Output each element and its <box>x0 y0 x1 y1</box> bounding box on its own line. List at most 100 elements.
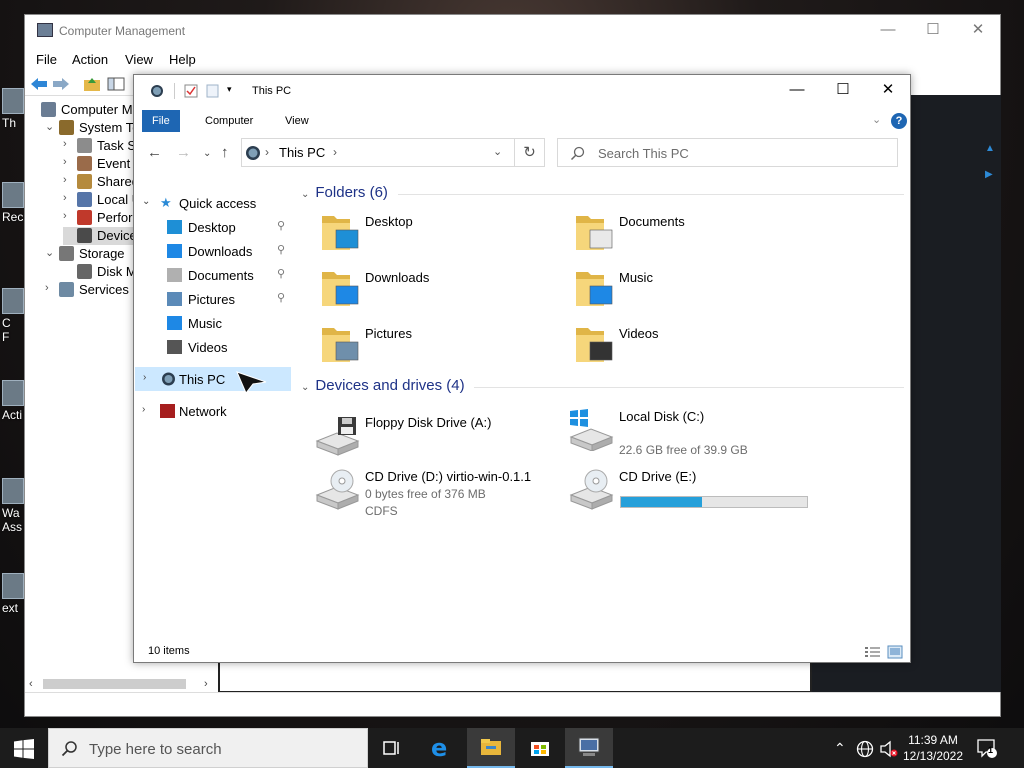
drive-file-system: CDFS <box>365 504 398 518</box>
tree-node-icon <box>77 210 92 225</box>
cm-title-bar[interactable]: Computer Management — ☐ ✕ <box>25 15 1000 47</box>
folder-documents[interactable]: Documents <box>548 212 788 262</box>
cm-menu-file[interactable]: File <box>36 52 57 67</box>
folder-videos[interactable]: Videos <box>548 324 788 374</box>
tree-expand-icon[interactable]: › <box>63 138 75 150</box>
desktop-icon[interactable]: C F <box>2 288 26 344</box>
tab-file[interactable]: File <box>142 110 180 132</box>
explorer-minimize-button[interactable]: — <box>774 75 820 107</box>
tab-computer[interactable]: Computer <box>195 110 263 132</box>
back-arrow-icon[interactable] <box>30 76 48 92</box>
task-view-button[interactable] <box>368 728 416 768</box>
network-expand-icon[interactable]: › <box>142 404 145 415</box>
explorer-close-button[interactable]: ✕ <box>865 75 911 107</box>
taskbar-search-placeholder: Type here to search <box>89 741 222 758</box>
tab-view[interactable]: View <box>275 110 319 132</box>
nav-item-pictures[interactable]: Pictures ⚲ <box>134 287 294 311</box>
up-folder-icon[interactable] <box>83 76 101 92</box>
refresh-button[interactable]: ↻ <box>515 138 545 167</box>
edge-icon: e <box>431 734 448 762</box>
taskbar-clock[interactable]: 11:39 AM 12/13/2022 <box>896 732 970 764</box>
search-box[interactable]: Search This PC <box>557 138 898 167</box>
explorer-title-bar[interactable]: ▾ This PC — ☐ ✕ <box>134 75 910 108</box>
taskbar-search-box[interactable]: Type here to search <box>48 728 368 768</box>
back-button[interactable]: ← <box>147 144 162 161</box>
address-location[interactable]: This PC <box>279 145 325 160</box>
actions-collapse-icon[interactable]: ▲ <box>985 143 995 154</box>
cm-menu-help[interactable]: Help <box>169 52 196 67</box>
folder-pictures[interactable]: Pictures <box>294 324 534 374</box>
tree-expand-icon[interactable]: › <box>63 210 75 222</box>
tree-expand-icon[interactable]: › <box>63 174 75 186</box>
tree-expand-icon[interactable]: ⌄ <box>45 246 57 259</box>
properties-icon[interactable] <box>184 84 198 98</box>
scroll-right-icon[interactable]: › <box>204 678 208 690</box>
store-icon <box>531 742 549 756</box>
tree-expand-icon[interactable]: › <box>63 192 75 204</box>
this-pc-expand-icon[interactable]: › <box>143 372 146 383</box>
folders-group-header[interactable]: ⌄ Folders (6) <box>301 184 388 201</box>
forward-button[interactable]: → <box>176 144 191 161</box>
address-dropdown-icon[interactable]: ⌄ <box>493 145 502 158</box>
cm-minimize-button[interactable]: — <box>865 15 911 47</box>
desktop-icon[interactable]: ext <box>2 573 26 615</box>
nav-item-downloads[interactable]: Downloads ⚲ <box>134 239 294 263</box>
show-hidden-icons-icon[interactable]: ⌃ <box>834 740 846 757</box>
folder-downloads[interactable]: Downloads <box>294 268 534 318</box>
nav-item-music[interactable]: Music <box>134 311 294 335</box>
large-icons-view-icon[interactable] <box>887 645 903 659</box>
tree-expand-icon[interactable]: › <box>63 156 75 168</box>
nav-item-documents[interactable]: Documents ⚲ <box>134 263 294 287</box>
drive-local-c[interactable]: Local Disk (C:) 22.6 GB free of 39.9 GB <box>548 407 788 457</box>
taskbar-store-button[interactable] <box>516 728 564 768</box>
desktop-icon[interactable]: Rec <box>2 182 26 224</box>
cm-menu-view[interactable]: View <box>125 52 153 67</box>
cm-close-button[interactable]: ✕ <box>955 15 1001 47</box>
quick-access-expand-icon[interactable]: ⌄ <box>142 196 150 207</box>
cm-window-title: Computer Management <box>59 24 186 38</box>
network-globe-icon[interactable] <box>856 740 874 758</box>
actions-more-icon[interactable]: ▶ <box>985 169 993 180</box>
desktop-icon[interactable]: Wa Ass <box>2 478 26 534</box>
folders-collapse-icon[interactable]: ⌄ <box>301 189 309 200</box>
folder-music[interactable]: Music <box>548 268 788 318</box>
taskbar-file-explorer-button[interactable] <box>467 728 515 768</box>
help-icon[interactable]: ? <box>891 113 907 129</box>
nav-network[interactable]: › Network <box>134 399 294 423</box>
cm-tree-horizontal-scrollbar[interactable]: ‹ › <box>27 676 215 692</box>
drive-floppy[interactable]: Floppy Disk Drive (A:) <box>294 413 534 463</box>
desktop-icon[interactable]: Th <box>2 88 26 130</box>
show-hide-tree-icon[interactable] <box>107 76 125 92</box>
action-center-icon[interactable] <box>976 738 998 758</box>
taskbar-edge-button[interactable]: e <box>419 728 467 768</box>
expand-ribbon-icon[interactable]: ⌄ <box>872 113 881 126</box>
desktop-icon-label: Acti <box>2 408 23 422</box>
new-folder-icon[interactable] <box>206 84 220 98</box>
recent-locations-icon[interactable]: ⌄ <box>203 148 211 159</box>
drive-cd-d[interactable]: CD Drive (D:) virtio-win-0.1.1 0 bytes f… <box>294 467 534 533</box>
drives-collapse-icon[interactable]: ⌄ <box>301 382 309 393</box>
drives-group-header[interactable]: ⌄ Devices and drives (4) <box>301 377 465 394</box>
scroll-left-icon[interactable]: ‹ <box>29 678 33 690</box>
nav-item-desktop[interactable]: Desktop ⚲ <box>134 215 294 239</box>
address-bar[interactable]: › This PC › ⌄ <box>241 138 515 167</box>
cm-maximize-button[interactable]: ☐ <box>910 15 956 47</box>
nav-item-videos[interactable]: Videos <box>134 335 294 359</box>
drive-cd-e[interactable]: CD Drive (E:) <box>548 467 788 517</box>
address-child-separator-icon[interactable]: › <box>333 145 337 159</box>
nav-quick-access[interactable]: ⌄ ★ Quick access <box>134 191 294 215</box>
customize-qat-icon[interactable]: ▾ <box>227 84 232 95</box>
details-view-icon[interactable] <box>865 646 881 658</box>
tree-expand-icon[interactable]: › <box>45 282 57 294</box>
folder-desktop[interactable]: Desktop <box>294 212 534 262</box>
taskbar-computer-management-button[interactable] <box>565 728 613 768</box>
address-separator-icon[interactable]: › <box>265 145 269 159</box>
forward-arrow-icon[interactable] <box>52 76 70 92</box>
scrollbar-thumb[interactable] <box>43 679 186 689</box>
up-button[interactable]: ↑ <box>221 144 229 161</box>
cm-menu-action[interactable]: Action <box>72 52 108 67</box>
explorer-maximize-button[interactable]: ☐ <box>820 75 866 107</box>
tree-expand-icon[interactable]: ⌄ <box>45 120 57 133</box>
windows-start-icon[interactable] <box>14 739 34 759</box>
desktop-icon[interactable]: Acti <box>2 380 26 422</box>
